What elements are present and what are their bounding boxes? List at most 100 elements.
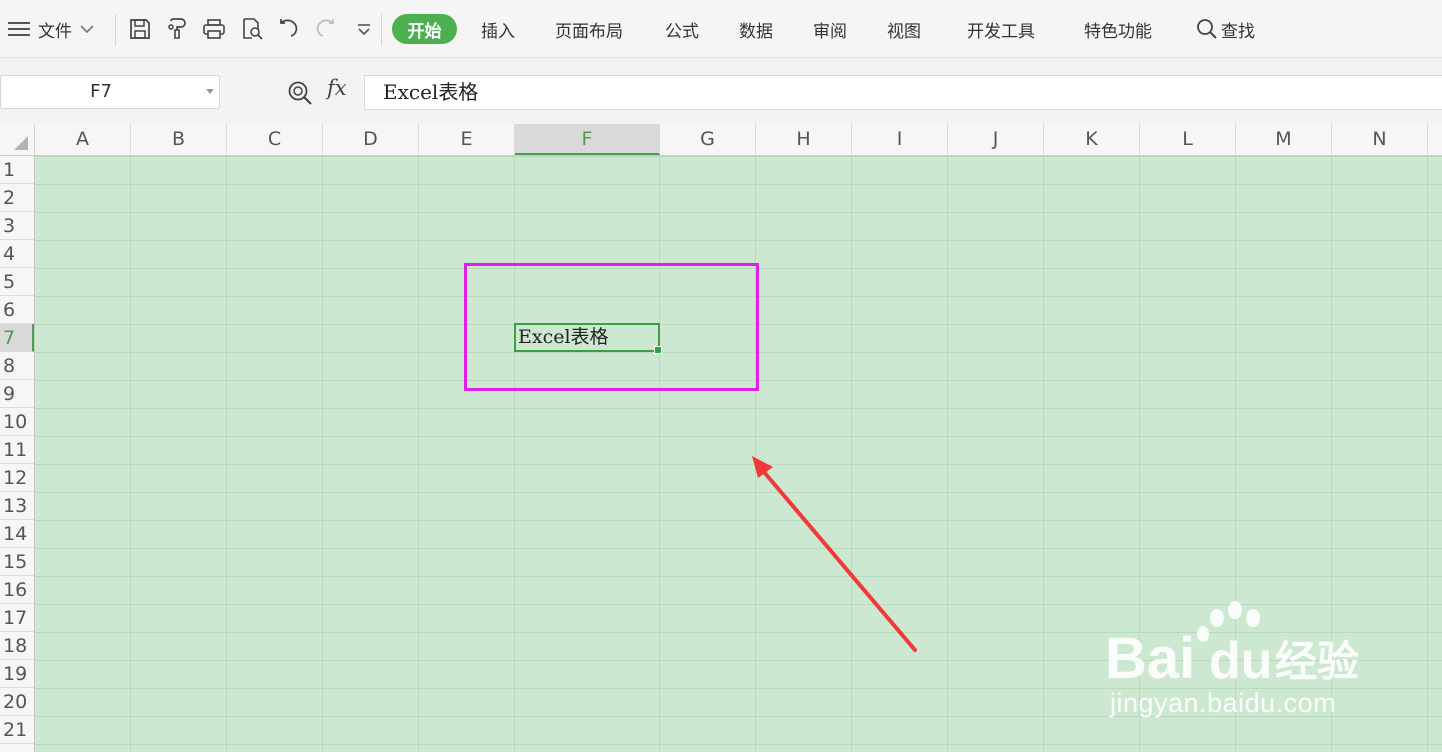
column-header-f[interactable]: F: [515, 124, 660, 155]
name-box[interactable]: F7: [0, 75, 220, 109]
undo-icon[interactable]: [277, 17, 301, 41]
tab-label: 审阅: [813, 21, 847, 42]
grid-column-line: [226, 156, 227, 752]
column-header-g[interactable]: G: [660, 124, 756, 155]
row-header-13[interactable]: 13: [0, 492, 34, 520]
row-header-7[interactable]: 7: [0, 324, 34, 352]
column-header-c[interactable]: C: [227, 124, 323, 155]
tab-label: 开发工具: [967, 21, 1035, 42]
select-all-triangle-icon: [14, 136, 28, 150]
search-label: 查找: [1221, 21, 1255, 42]
ribbon-toolbar: 文件 开始 插入 页面布局 公式 数据 审阅 视图 开发工具 特色功能 查找: [0, 0, 1442, 58]
annotation-highlight-box: [464, 263, 759, 391]
tab-label: 视图: [887, 21, 921, 42]
grid-column-line: [130, 156, 131, 752]
insert-function-icon[interactable]: fx: [327, 76, 347, 100]
toolbar-divider: [381, 14, 382, 46]
tab-developer[interactable]: 开发工具: [967, 0, 1035, 58]
baidu-jingyan-watermark: Bai du 经验 jingyan.baidu.com: [1105, 596, 1375, 726]
row-header-12[interactable]: 12: [0, 464, 34, 492]
grid-column-line: [322, 156, 323, 752]
row-header-15[interactable]: 15: [0, 548, 34, 576]
redo-icon[interactable]: [313, 17, 337, 41]
column-header-k[interactable]: K: [1044, 124, 1140, 155]
row-header-1[interactable]: 1: [0, 156, 34, 184]
grid-column-line: [755, 156, 756, 752]
row-header-8[interactable]: 8: [0, 352, 34, 380]
grid-column-line: [1043, 156, 1044, 752]
tab-label: 插入: [481, 21, 515, 42]
chevron-down-icon: [80, 25, 94, 34]
row-header-10[interactable]: 10: [0, 408, 34, 436]
baidu-logo: Bai du 经验: [1105, 601, 1359, 686]
save-icon[interactable]: [128, 17, 152, 41]
search-button[interactable]: 查找: [1196, 0, 1255, 58]
tab-formulas[interactable]: 公式: [665, 0, 699, 58]
zoom-formula-icon[interactable]: [287, 80, 313, 106]
column-header-m[interactable]: M: [1236, 124, 1332, 155]
column-header-i[interactable]: I: [852, 124, 948, 155]
formula-bar: F7 fx Excel表格: [0, 58, 1442, 124]
column-header-h[interactable]: H: [756, 124, 852, 155]
svg-text:Bai: Bai: [1105, 626, 1195, 686]
tab-special-features[interactable]: 特色功能: [1084, 0, 1152, 58]
grid-column-line: [851, 156, 852, 752]
tab-review[interactable]: 审阅: [813, 0, 847, 58]
tab-page-layout[interactable]: 页面布局: [555, 0, 623, 58]
row-header-19[interactable]: 19: [0, 660, 34, 688]
print-icon[interactable]: [202, 17, 226, 41]
row-header-bar: 1 2 3 4 5 6 7 8 9 10 11 12 13 14 15 16 17 18 19 20 21: [0, 156, 35, 752]
customize-dropdown-icon[interactable]: [352, 17, 376, 41]
watermark-url: jingyan.baidu.com: [1110, 688, 1337, 718]
row-header-11[interactable]: 11: [0, 436, 34, 464]
row-header-9[interactable]: 9: [0, 380, 34, 408]
row-header-18[interactable]: 18: [0, 632, 34, 660]
tab-data[interactable]: 数据: [739, 0, 773, 58]
tab-label: 页面布局: [555, 21, 623, 42]
search-icon: [1197, 19, 1217, 39]
column-header-j[interactable]: J: [948, 124, 1044, 155]
tab-insert[interactable]: 插入: [481, 0, 515, 58]
row-header-5[interactable]: 5: [0, 268, 34, 296]
row-header-3[interactable]: 3: [0, 212, 34, 240]
row-header-17[interactable]: 17: [0, 604, 34, 632]
column-header-l[interactable]: L: [1140, 124, 1236, 155]
toolbar-divider: [115, 14, 116, 46]
tab-start[interactable]: 开始: [392, 14, 457, 44]
chevron-down-icon[interactable]: [206, 89, 214, 94]
row-header-2[interactable]: 2: [0, 184, 34, 212]
tab-view[interactable]: 视图: [887, 0, 921, 58]
row-header-21[interactable]: 21: [0, 716, 34, 744]
row-header-20[interactable]: 20: [0, 688, 34, 716]
tab-label: 公式: [665, 21, 699, 42]
column-header-bar: ABCDEFGHIJKLMN: [0, 124, 1442, 156]
grid-column-line: [659, 156, 660, 752]
row-header-14[interactable]: 14: [0, 520, 34, 548]
column-header-b[interactable]: B: [131, 124, 227, 155]
grid-column-line: [1427, 156, 1428, 752]
tab-label: 特色功能: [1084, 21, 1152, 42]
grid-column-line: [514, 156, 515, 752]
cell-reference: F7: [90, 81, 112, 102]
hamburger-menu-icon: [8, 22, 30, 36]
formula-input[interactable]: Excel表格: [364, 75, 1442, 110]
select-all-button[interactable]: [0, 124, 35, 155]
row-header-6[interactable]: 6: [0, 296, 34, 324]
grid-column-line: [947, 156, 948, 752]
format-painter-icon[interactable]: [166, 17, 190, 41]
column-header-e[interactable]: E: [419, 124, 515, 155]
svg-text:du: du: [1209, 632, 1273, 686]
tab-label: 开始: [407, 21, 442, 42]
file-menu-label: 文件: [38, 21, 72, 42]
tab-label: 数据: [739, 21, 773, 42]
row-header-4[interactable]: 4: [0, 240, 34, 268]
row-header-16[interactable]: 16: [0, 576, 34, 604]
column-header-a[interactable]: A: [35, 124, 131, 155]
file-menu-button[interactable]: 文件: [8, 0, 94, 58]
print-preview-icon[interactable]: [240, 17, 264, 41]
formula-value: Excel表格: [383, 80, 479, 104]
svg-text:经验: 经验: [1275, 637, 1359, 686]
column-header-d[interactable]: D: [323, 124, 419, 155]
column-header-n[interactable]: N: [1332, 124, 1428, 155]
grid-column-line: [418, 156, 419, 752]
